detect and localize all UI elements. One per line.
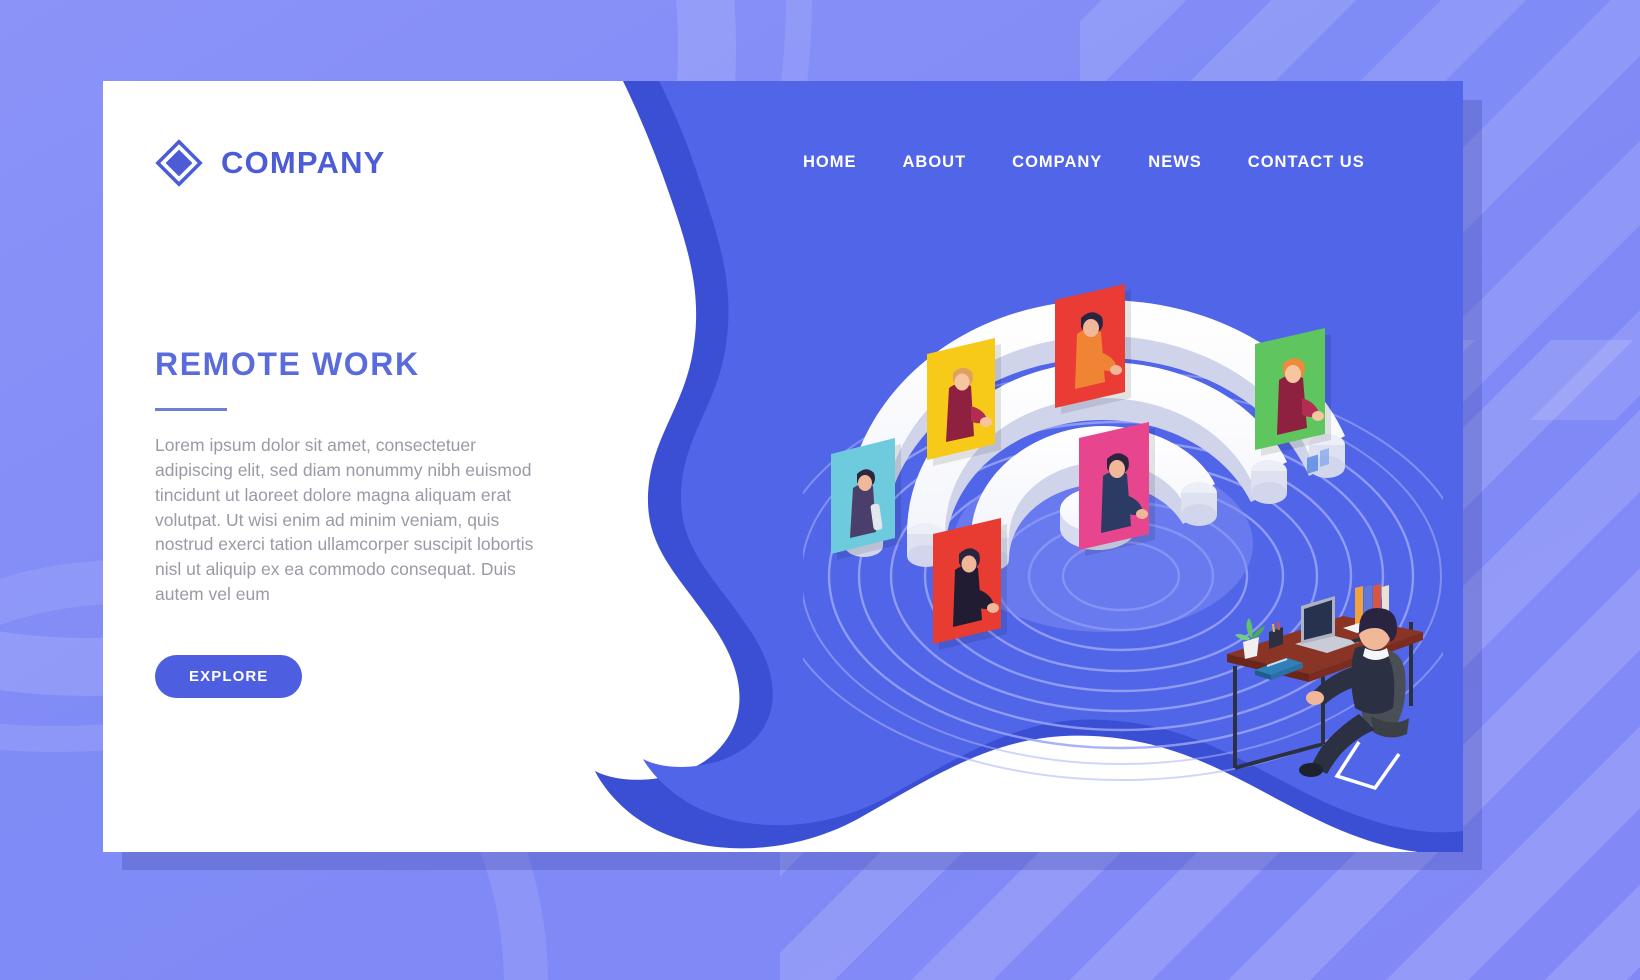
title-divider xyxy=(155,408,227,411)
person-card-pink xyxy=(1079,422,1155,556)
landing-page-root: COMPANY HOME ABOUT COMPANY NEWS CONTACT … xyxy=(0,0,1640,980)
hero-section: REMOTE WORK Lorem ipsum dolor sit amet, … xyxy=(155,346,555,698)
page-card: COMPANY HOME ABOUT COMPANY NEWS CONTACT … xyxy=(103,81,1463,852)
page-title: REMOTE WORK xyxy=(155,346,420,382)
explore-button[interactable]: EXPLORE xyxy=(155,654,303,698)
person-card-green xyxy=(1255,328,1331,456)
nav-item-news[interactable]: NEWS xyxy=(1148,153,1202,172)
brand-logo-group[interactable]: COMPANY xyxy=(155,139,386,187)
remote-work-illustration xyxy=(803,276,1443,836)
hero-body-text: Lorem ipsum dolor sit amet, consectetuer… xyxy=(155,435,534,605)
main-navigation: HOME ABOUT COMPANY NEWS CONTACT US xyxy=(803,153,1365,172)
nav-item-home[interactable]: HOME xyxy=(803,153,857,172)
person-card-yellow xyxy=(927,338,1001,466)
person-card-red-top xyxy=(1055,284,1131,414)
nav-item-company[interactable]: COMPANY xyxy=(1012,153,1102,172)
brand-name: COMPANY xyxy=(221,145,386,180)
nav-item-about[interactable]: ABOUT xyxy=(903,153,967,172)
person-card-cyan xyxy=(831,438,901,560)
nav-item-contact-us[interactable]: CONTACT US xyxy=(1248,153,1365,172)
illustration-svg xyxy=(803,284,1443,791)
diamond-logo-icon xyxy=(155,139,203,187)
person-card-red-bottom xyxy=(933,518,1007,650)
